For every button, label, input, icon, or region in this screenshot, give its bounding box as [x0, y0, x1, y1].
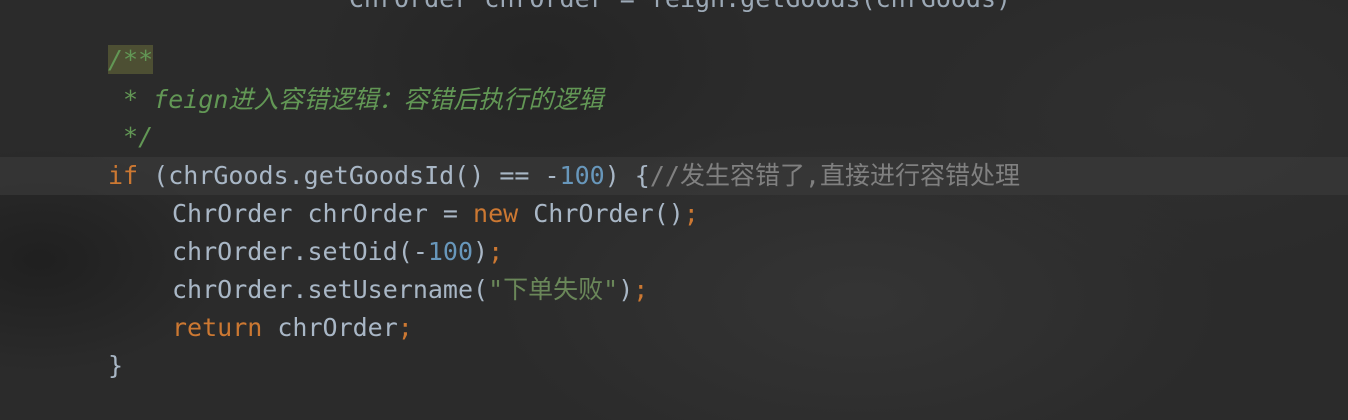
semicolon: ;	[488, 237, 504, 266]
doc-comment-open: /**	[108, 45, 154, 74]
code-token: chrOrder.setOid(-	[172, 237, 428, 266]
code-line-doc-open[interactable]: /**	[0, 41, 1348, 79]
code-token: ) {	[604, 161, 650, 190]
code-line-set-oid[interactable]: chrOrder.setOid(-100);	[0, 233, 1348, 271]
code-token: ChrOrder chrOrder =	[172, 199, 474, 228]
code-line-close-brace[interactable]: }	[0, 347, 1348, 385]
code-line-new-order[interactable]: ChrOrder chrOrder = new ChrOrder();	[0, 195, 1348, 233]
line-comment: //发生容错了,直接进行容错处理	[649, 161, 1021, 190]
code-token: )	[473, 237, 489, 266]
code-line-if-current[interactable]: if (chrGoods.getGoodsId() == -100) {//发生…	[0, 157, 1348, 195]
keyword-if: if	[108, 161, 139, 190]
semicolon: ;	[397, 313, 413, 342]
keyword-new: new	[473, 199, 519, 228]
number-literal: 100	[427, 237, 474, 266]
semicolon: ;	[633, 275, 649, 304]
code-line-doc-text[interactable]: * feign进入容错逻辑：容错后执行的逻辑	[0, 81, 1348, 119]
code-token: )	[618, 275, 634, 304]
code-line-set-username[interactable]: chrOrder.setUsername("下单失败");	[0, 271, 1348, 309]
doc-comment-text: * feign进入容错逻辑：容错后执行的逻辑	[108, 85, 604, 114]
code-token: ChrOrder()	[518, 199, 684, 228]
number-literal: 100	[559, 161, 605, 190]
string-literal: "下单失败"	[488, 275, 619, 304]
closing-brace: }	[108, 351, 124, 380]
keyword-return: return	[172, 313, 263, 342]
code-line-return[interactable]: return chrOrder;	[0, 309, 1348, 347]
code-token: (chrGoods.getGoodsId() == -	[138, 161, 560, 190]
code-token: chrOrder.setUsername(	[172, 275, 489, 304]
code-editor[interactable]: ChrOrder chrOrder = feign.getGoods(chrGo…	[0, 0, 1348, 420]
semicolon: ;	[683, 199, 699, 228]
code-line-doc-close[interactable]: */	[0, 118, 1348, 156]
code-token: chrOrder	[262, 313, 398, 342]
code-line-partial: ChrOrder chrOrder = feign.getGoods(chrGo…	[108, 0, 1008, 12]
doc-comment-close: */	[108, 122, 154, 151]
